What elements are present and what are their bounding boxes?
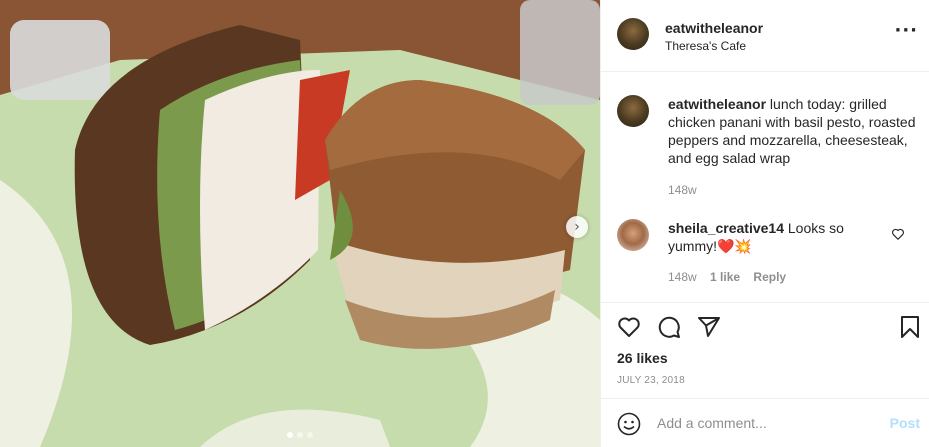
sandwich-photo-illustration xyxy=(0,0,600,447)
post-comment-button[interactable]: Post xyxy=(890,415,920,431)
heart-icon[interactable] xyxy=(617,315,641,339)
carousel-dots xyxy=(0,432,600,438)
comment-text: sheila_creative14 Looks so yummy!❤️💥 xyxy=(668,219,883,255)
comment-like-heart-icon[interactable] xyxy=(891,227,905,241)
smile-icon[interactable] xyxy=(617,412,641,436)
share-icon[interactable] xyxy=(697,315,721,339)
add-comment-bar: Post xyxy=(601,398,929,447)
caption-avatar[interactable] xyxy=(617,95,649,127)
post-location[interactable]: Theresa's Cafe xyxy=(665,39,746,53)
likes-count[interactable]: 26 likes xyxy=(617,350,668,366)
comment-input[interactable] xyxy=(657,411,877,435)
commenter-avatar[interactable] xyxy=(617,219,649,251)
caption-timestamp[interactable]: 148w xyxy=(668,183,697,197)
carousel-dot xyxy=(307,432,313,438)
bookmark-icon[interactable] xyxy=(898,315,922,339)
caption-username[interactable]: eatwitheleanor xyxy=(668,96,766,112)
post-date[interactable]: July 23, 2018 xyxy=(617,375,685,386)
post-photo[interactable]: › xyxy=(0,0,600,447)
comment-meta: 148w 1 like Reply xyxy=(668,270,796,284)
carousel-dot xyxy=(287,432,293,438)
post-header: eatwitheleanor Theresa's Cafe ··· xyxy=(601,0,929,72)
comment-emoji: ❤️💥 xyxy=(717,238,752,254)
carousel-next-button[interactable]: › xyxy=(566,216,588,238)
author-avatar[interactable] xyxy=(617,18,649,50)
comment-likes-count[interactable]: 1 like xyxy=(710,270,740,284)
more-options-icon[interactable]: ··· xyxy=(894,22,918,40)
carousel-dot xyxy=(297,432,303,438)
commenter-username[interactable]: sheila_creative14 xyxy=(668,220,784,236)
post-side-panel: eatwitheleanor Theresa's Cafe ··· eatwit… xyxy=(600,0,929,447)
comment-reply-button[interactable]: Reply xyxy=(753,270,786,284)
comment-timestamp[interactable]: 148w xyxy=(668,270,697,284)
comment-icon[interactable] xyxy=(657,315,681,339)
caption-text: eatwitheleanor lunch today: grilled chic… xyxy=(668,95,918,167)
author-username[interactable]: eatwitheleanor xyxy=(665,20,763,36)
post-actions: 26 likes July 23, 2018 xyxy=(601,302,929,398)
